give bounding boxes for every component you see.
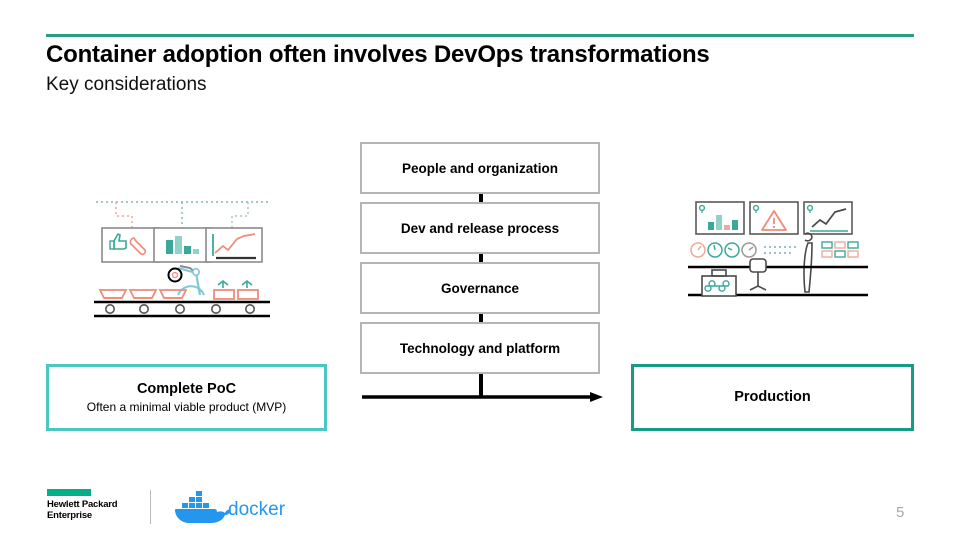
docker-wordmark: docker: [228, 499, 286, 520]
consideration-stack: People and organization Dev and release …: [360, 142, 600, 398]
stack-connector: [479, 374, 483, 398]
datacenter-operations-illustration: [688, 198, 868, 316]
stack-connector: [479, 254, 483, 262]
callout-title: Complete PoC: [136, 380, 237, 397]
hpe-logo-text: Hewlett Packard Enterprise: [47, 499, 143, 521]
stack-connector: [479, 314, 483, 322]
hpe-logo: Hewlett Packard Enterprise: [47, 489, 143, 525]
callout-title: Production: [734, 388, 811, 405]
docker-logo: docker: [172, 489, 290, 525]
stack-box-label: Governance: [440, 280, 520, 296]
stack-box-label: Technology and platform: [399, 340, 561, 356]
header-rule: [46, 34, 914, 37]
hpe-logo-line2: Enterprise: [47, 509, 92, 521]
hpe-logo-line1: Hewlett Packard: [47, 499, 118, 510]
page-number: 5: [896, 504, 905, 521]
stack-box-label: Dev and release process: [400, 220, 560, 236]
callout-complete-poc[interactable]: Complete PoC Often a minimal viable prod…: [46, 364, 327, 431]
stack-connector: [479, 194, 483, 202]
stack-box-governance[interactable]: Governance: [360, 262, 600, 314]
hpe-logo-bar: [47, 489, 91, 496]
footer-divider: [150, 490, 151, 524]
stack-box-label: People and organization: [401, 160, 558, 176]
factory-automation-illustration: [92, 196, 272, 324]
callout-subtitle: Often a minimal viable product (MVP): [86, 400, 287, 415]
callout-production[interactable]: Production: [631, 364, 914, 431]
stack-box-technology[interactable]: Technology and platform: [360, 322, 600, 374]
stack-box-people[interactable]: People and organization: [360, 142, 600, 194]
page-subtitle: Key considerations: [46, 74, 207, 95]
page-title: Container adoption often involves DevOps…: [46, 41, 710, 68]
stack-box-dev-release[interactable]: Dev and release process: [360, 202, 600, 254]
